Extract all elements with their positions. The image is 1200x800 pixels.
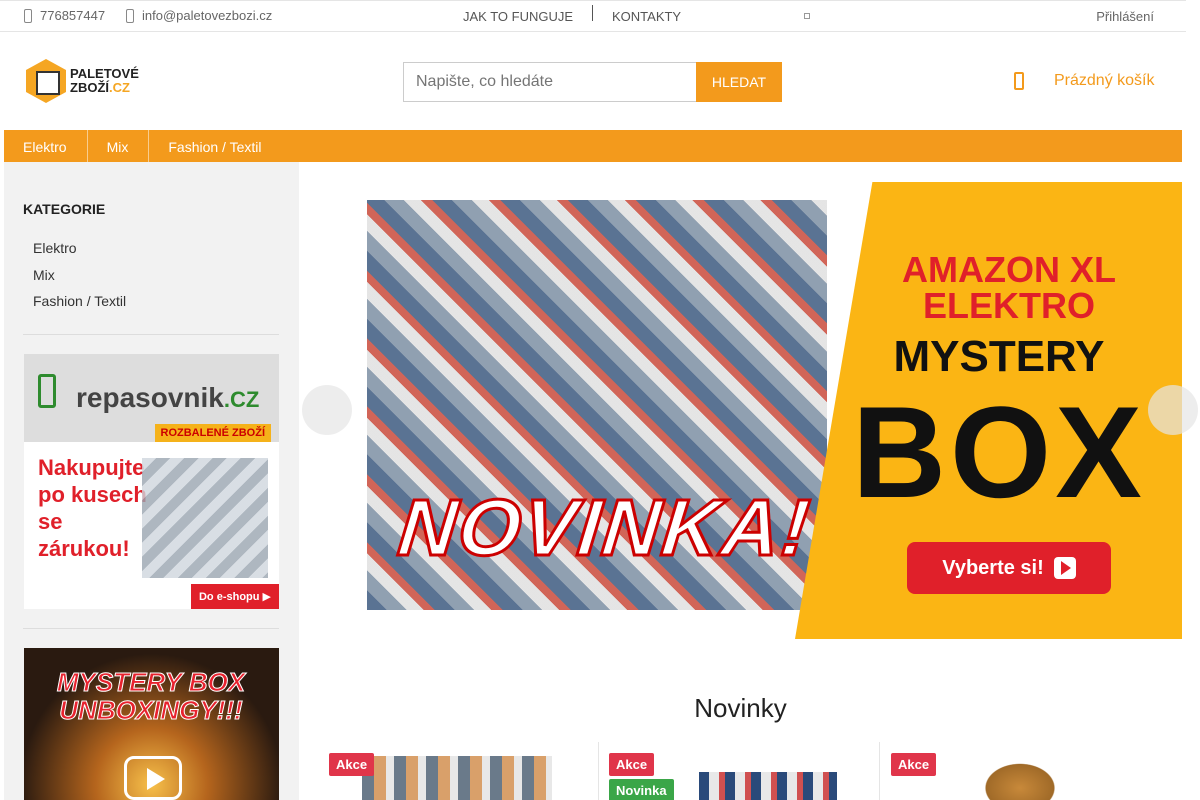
hero-box-text: BOX (852, 379, 1146, 525)
banner-brand: repasovnik.CZ (76, 382, 259, 414)
sidebar-item-mix[interactable]: Mix (33, 267, 126, 294)
category-nav: Elektro Mix Fashion / Textil (4, 130, 1182, 162)
email-icon (126, 8, 134, 23)
product-image (362, 756, 552, 800)
how-it-works-link[interactable]: JAK TO FUNGUJE (463, 9, 573, 24)
search-button[interactable]: HLEDAT (696, 62, 782, 102)
mystery-unboxing-banner[interactable]: MYSTERY BOX UNBOXINGY!!! (24, 648, 279, 800)
hero-novinka-badge: NOVINKA! (393, 482, 817, 574)
nav-item-mix[interactable]: Mix (88, 130, 150, 162)
logo-pallet-icon (26, 59, 66, 103)
banner-header: repasovnik.CZ ROZBALENÉ ZBOŽÍ (24, 354, 279, 442)
product-image (699, 772, 837, 800)
email-address: info@paletovezbozi.cz (142, 8, 273, 23)
repasovnik-banner[interactable]: repasovnik.CZ ROZBALENÉ ZBOŽÍ Nakupujte … (24, 354, 279, 609)
play-arrow-icon (1053, 557, 1076, 579)
search-input[interactable] (403, 62, 696, 102)
phone-icon (24, 8, 32, 23)
product-card[interactable]: Akce (879, 742, 1182, 800)
search-bar: HLEDAT (403, 62, 782, 102)
hero-headline: AMAZON XL ELEKTRO (902, 249, 1116, 326)
new-badge: Novinka (609, 779, 674, 800)
sidebar-item-fashion[interactable]: Fashion / Textil (33, 293, 126, 320)
phone-contact[interactable]: 776857447 (24, 8, 105, 23)
product-card[interactable]: Akce Novinka (598, 742, 879, 800)
sale-badge: Akce (891, 753, 937, 776)
hero-slider[interactable]: AMAZON XL ELEKTRO MYSTERY BOX NOVINKA! V… (319, 182, 1182, 639)
contacts-link[interactable]: KONTAKTY (612, 9, 681, 24)
slider-next-button[interactable] (1148, 385, 1198, 435)
phone-number: 776857447 (40, 8, 106, 23)
site-logo[interactable]: PALETOVÉ ZBOŽÍ.CZ (26, 58, 146, 104)
banner-slogan: Nakupujte po kusech se zárukou! (38, 455, 147, 561)
nav-item-elektro[interactable]: Elektro (4, 130, 88, 162)
hero-cta-button[interactable]: Vyberte si! (907, 542, 1111, 594)
cart-label: Prázdný košík (1054, 72, 1155, 89)
email-contact[interactable]: info@paletovezbozi.cz (126, 8, 272, 23)
section-title: Novinky (694, 693, 787, 723)
logo-line-1: PALETOVÉ (70, 66, 139, 81)
banner-products-image (142, 458, 268, 578)
sale-badge: Akce (609, 753, 655, 776)
hero-subheadline: MYSTERY (893, 332, 1105, 381)
logo-tld: .CZ (109, 80, 130, 95)
logo-line-2: ZBOŽÍ (70, 80, 109, 95)
play-icon (124, 756, 182, 800)
language-icon[interactable] (804, 13, 810, 19)
hero-cta-label: Vyberte si! (942, 556, 1044, 579)
phone-outline-icon (38, 374, 56, 408)
cart-icon (1014, 72, 1024, 90)
logo-text: PALETOVÉ ZBOŽÍ.CZ (70, 67, 139, 95)
brand-tld: .CZ (223, 387, 260, 412)
sidebar-divider (23, 628, 279, 629)
banner-shop-button[interactable]: Do e-shopu ▶ (190, 584, 279, 609)
banner-title: MYSTERY BOX UNBOXINGY!!! (56, 667, 246, 725)
brand-name: repasovnik (76, 382, 224, 413)
topbar-divider (592, 5, 593, 21)
product-image (980, 760, 1060, 800)
login-link[interactable]: Přihlášení (1096, 9, 1154, 24)
top-bar: 776857447 info@paletovezbozi.cz JAK TO F… (0, 0, 1186, 32)
nav-item-fashion[interactable]: Fashion / Textil (149, 130, 281, 162)
sidebar-heading: KATEGORIE (23, 201, 106, 217)
sale-badge: Akce (329, 753, 375, 776)
slider-prev-button[interactable] (302, 385, 352, 435)
cart[interactable]: Prázdný košík (1014, 72, 1154, 90)
sidebar-item-elektro[interactable]: Elektro (33, 240, 126, 267)
sidebar-divider (23, 334, 279, 335)
product-card[interactable]: Akce (318, 742, 598, 800)
category-list: Elektro Mix Fashion / Textil (33, 240, 126, 320)
banner-tag: ROZBALENÉ ZBOŽÍ (154, 424, 271, 442)
